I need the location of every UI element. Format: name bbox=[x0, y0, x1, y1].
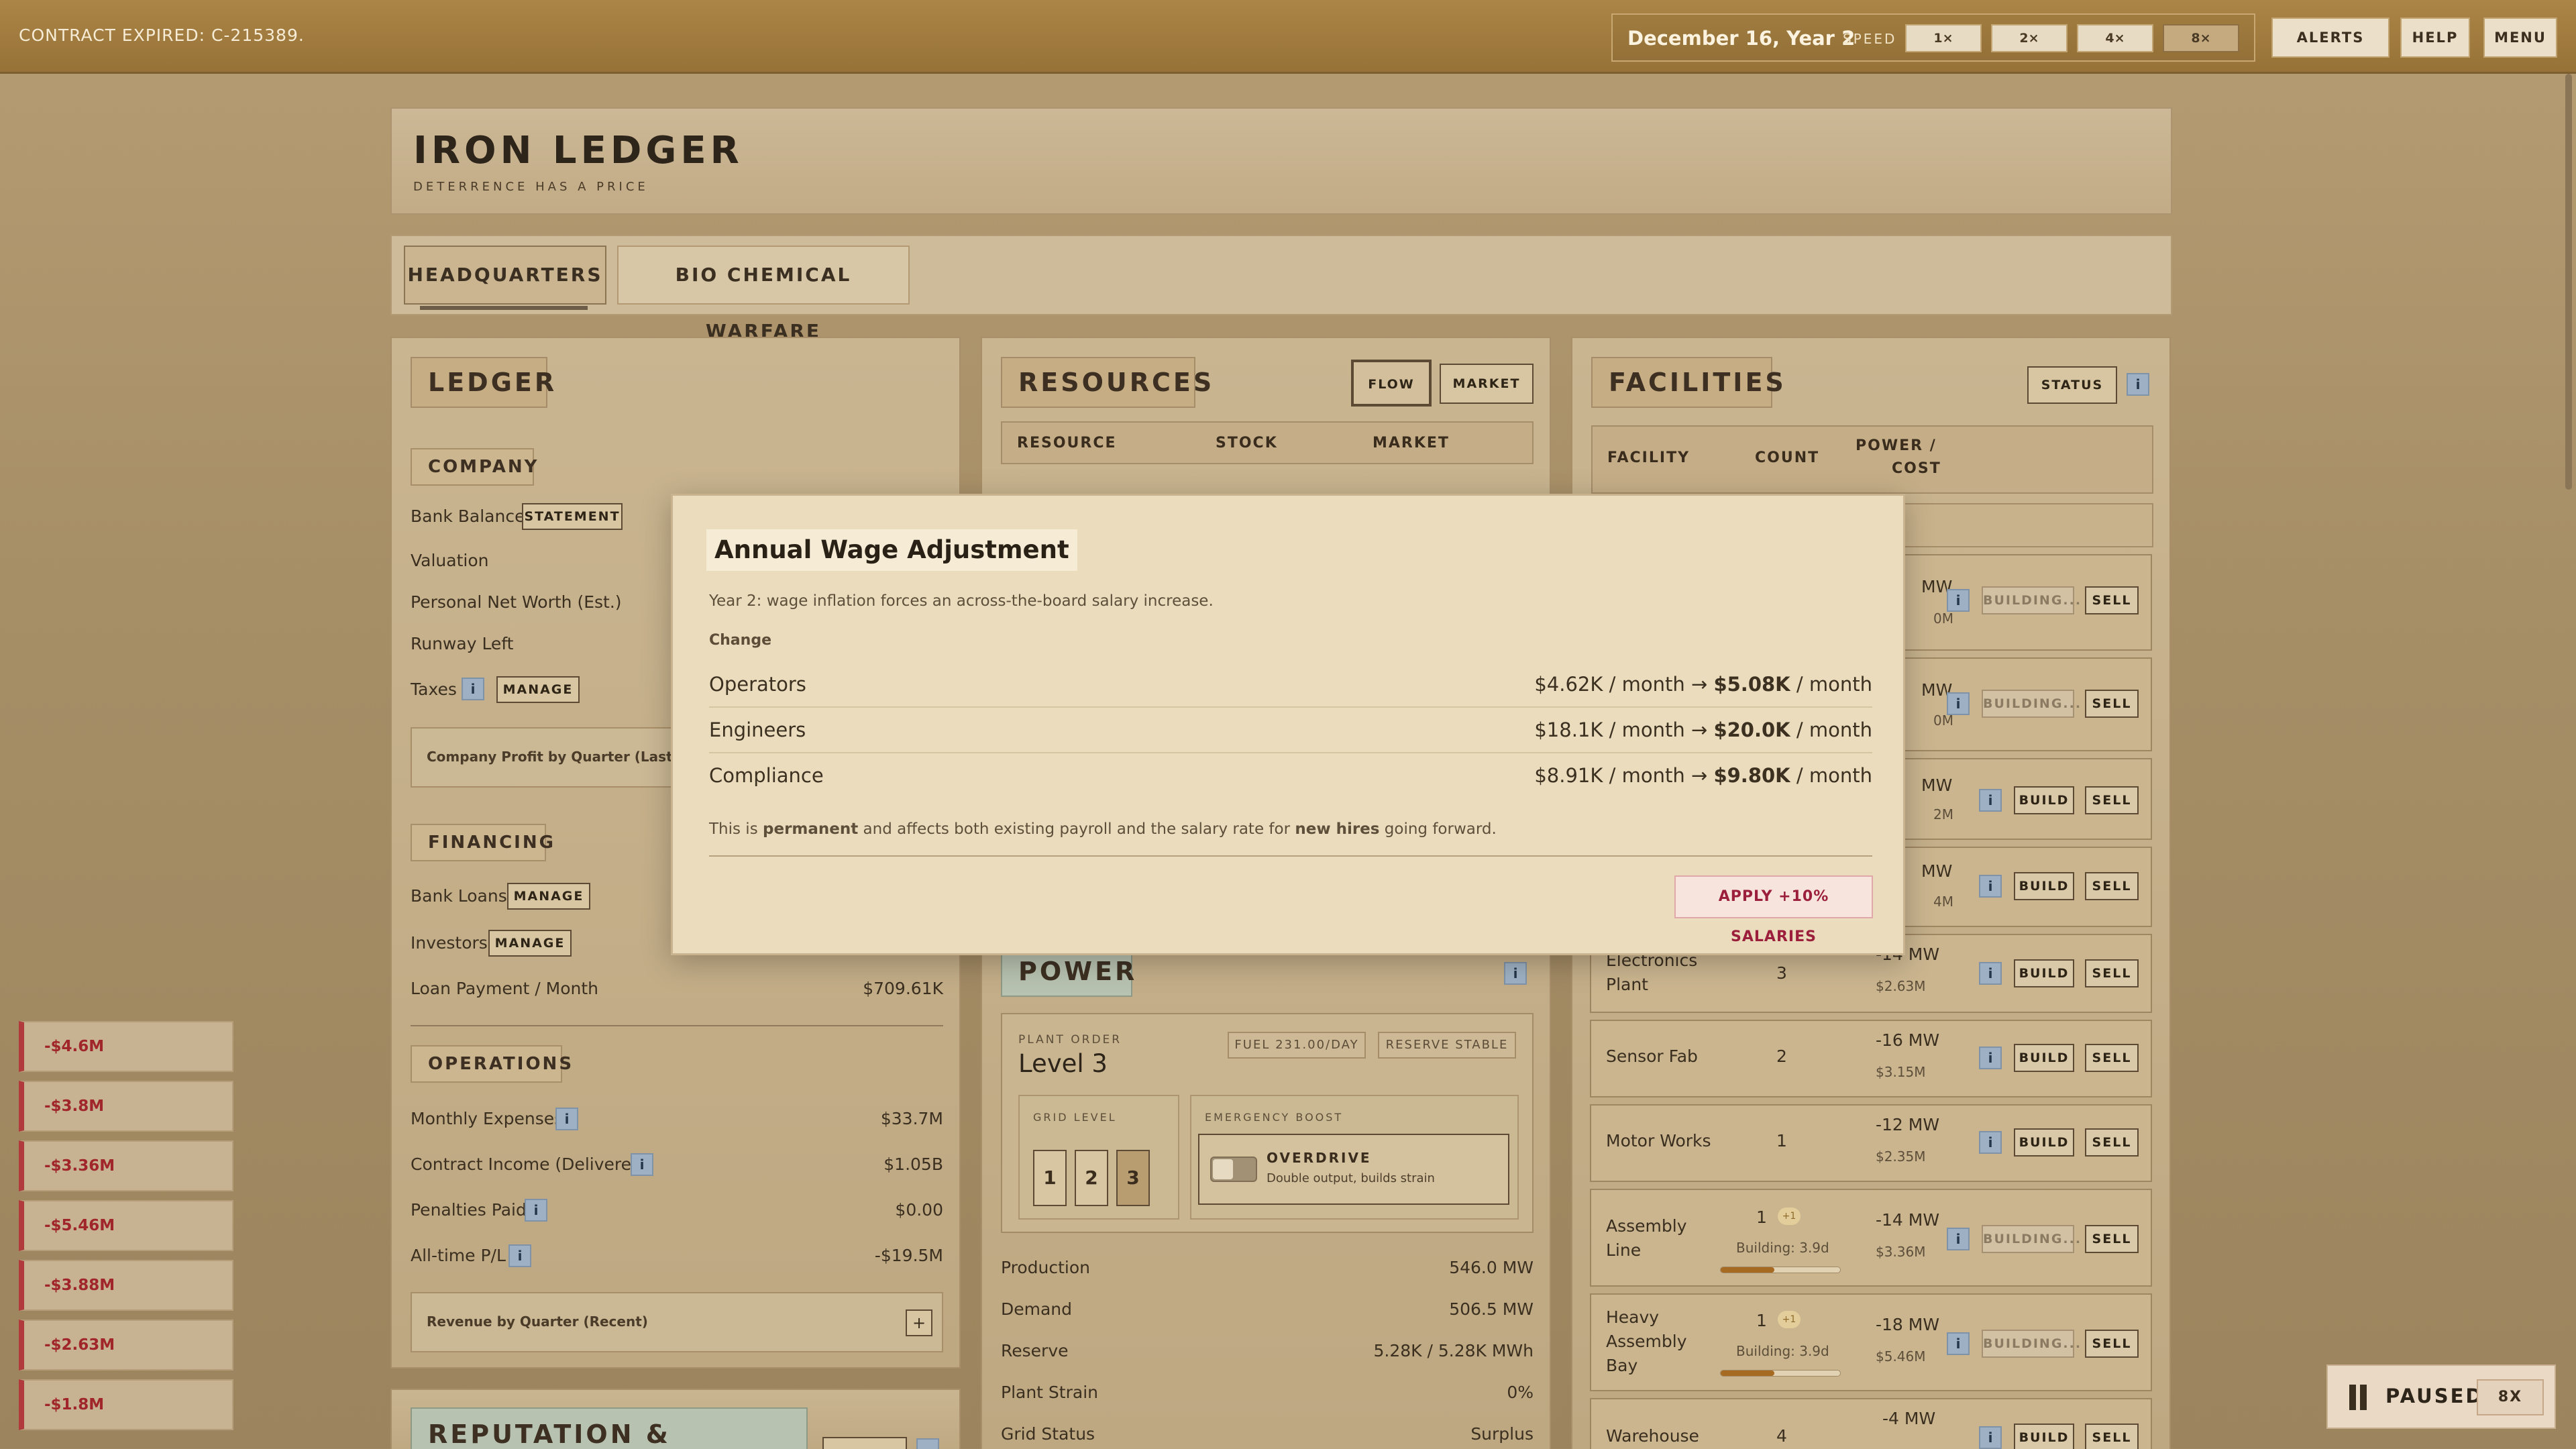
wage-to: $5.08K bbox=[1713, 673, 1790, 696]
contract-notice: CONTRACT EXPIRED: C-215389. bbox=[19, 25, 305, 45]
game-date: December 16, Year 2 bbox=[1627, 27, 1856, 50]
footnote-text: This is bbox=[709, 820, 763, 838]
role-name: Compliance bbox=[709, 764, 824, 787]
modal-description: Year 2: wage inflation forces an across-… bbox=[709, 592, 1214, 610]
speed-8x-button[interactable]: 8× bbox=[2163, 24, 2239, 52]
wage-row-engineers: Engineers $18.1K / month → $20.0K / mont… bbox=[709, 708, 1872, 753]
footnote-text: going forward. bbox=[1379, 820, 1497, 838]
wage-unit: / month bbox=[1796, 764, 1872, 787]
wage-change: $18.1K / month → $20.0K / month bbox=[1534, 708, 1872, 752]
wage-change: $4.62K / month → $5.08K / month bbox=[1534, 662, 1872, 706]
footnote-emphasis: permanent bbox=[763, 820, 859, 838]
wage-from: $8.91K / month → bbox=[1534, 764, 1708, 787]
speed-2x-button[interactable]: 2× bbox=[1991, 24, 2068, 52]
menu-button[interactable]: MENU bbox=[2483, 17, 2557, 58]
wage-row-operators: Operators $4.62K / month → $5.08K / mont… bbox=[709, 662, 1872, 708]
wage-row-compliance: Compliance $8.91K / month → $9.80K / mon… bbox=[709, 753, 1872, 799]
role-name: Operators bbox=[709, 673, 806, 696]
speed-1x-button[interactable]: 1× bbox=[1905, 24, 1982, 52]
speed-label: SPEED bbox=[1843, 31, 1897, 47]
wage-unit: / month bbox=[1796, 673, 1872, 696]
wage-unit: / month bbox=[1796, 718, 1872, 741]
wage-to: $20.0K bbox=[1713, 718, 1790, 741]
wage-adjustment-modal: Annual Wage Adjustment Year 2: wage infl… bbox=[671, 494, 1905, 955]
modal-title: Annual Wage Adjustment bbox=[706, 529, 1077, 571]
footnote-text: and affects both existing payroll and th… bbox=[858, 820, 1295, 838]
help-button[interactable]: HELP bbox=[2400, 17, 2470, 58]
wage-from: $18.1K / month → bbox=[1534, 718, 1708, 741]
modal-divider bbox=[709, 855, 1872, 857]
game-clock: December 16, Year 2 SPEED 1× 2× 4× 8× bbox=[1611, 13, 2255, 62]
change-label: Change bbox=[709, 632, 771, 649]
wage-change: $8.91K / month → $9.80K / month bbox=[1534, 753, 1872, 798]
apply-salaries-button[interactable]: APPLY +10% SALARIES bbox=[1674, 875, 1873, 945]
role-name: Engineers bbox=[709, 718, 806, 741]
modal-footnote: This is permanent and affects both exist… bbox=[709, 820, 1497, 838]
wage-to: $9.80K bbox=[1713, 764, 1790, 787]
alerts-button[interactable]: ALERTS bbox=[2271, 17, 2390, 58]
speed-4x-button[interactable]: 4× bbox=[2077, 24, 2153, 52]
top-bar: CONTRACT EXPIRED: C-215389. December 16,… bbox=[0, 0, 2576, 74]
wage-from: $4.62K / month → bbox=[1534, 673, 1708, 696]
footnote-emphasis: new hires bbox=[1295, 820, 1380, 838]
